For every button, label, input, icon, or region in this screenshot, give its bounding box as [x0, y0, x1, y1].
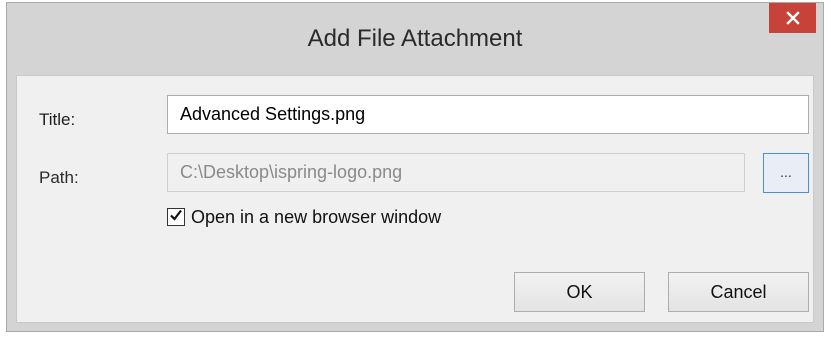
open-in-new-window-option[interactable]: Open in a new browser window	[167, 206, 441, 228]
add-file-attachment-dialog: Add File Attachment Title: Advanced Sett…	[6, 2, 824, 332]
close-button[interactable]	[769, 3, 816, 33]
title-input[interactable]: Advanced Settings.png	[167, 95, 809, 134]
path-input: C:\Desktop\ispring-logo.png	[167, 153, 745, 192]
open-in-new-window-checkbox[interactable]	[167, 208, 185, 226]
open-in-new-window-label: Open in a new browser window	[191, 206, 442, 227]
browse-button[interactable]: ...	[763, 153, 809, 193]
title-bar[interactable]: Add File Attachment	[7, 3, 823, 75]
checkmark-icon	[169, 208, 183, 227]
cancel-button[interactable]: Cancel	[668, 272, 809, 312]
ok-button[interactable]: OK	[514, 272, 645, 312]
close-icon	[785, 11, 800, 25]
dialog-title: Add File Attachment	[307, 25, 523, 52]
dialog-body: Title: Advanced Settings.png Path: C:\De…	[16, 75, 814, 323]
path-label: Path:	[39, 168, 79, 187]
title-label: Title:	[39, 110, 76, 129]
